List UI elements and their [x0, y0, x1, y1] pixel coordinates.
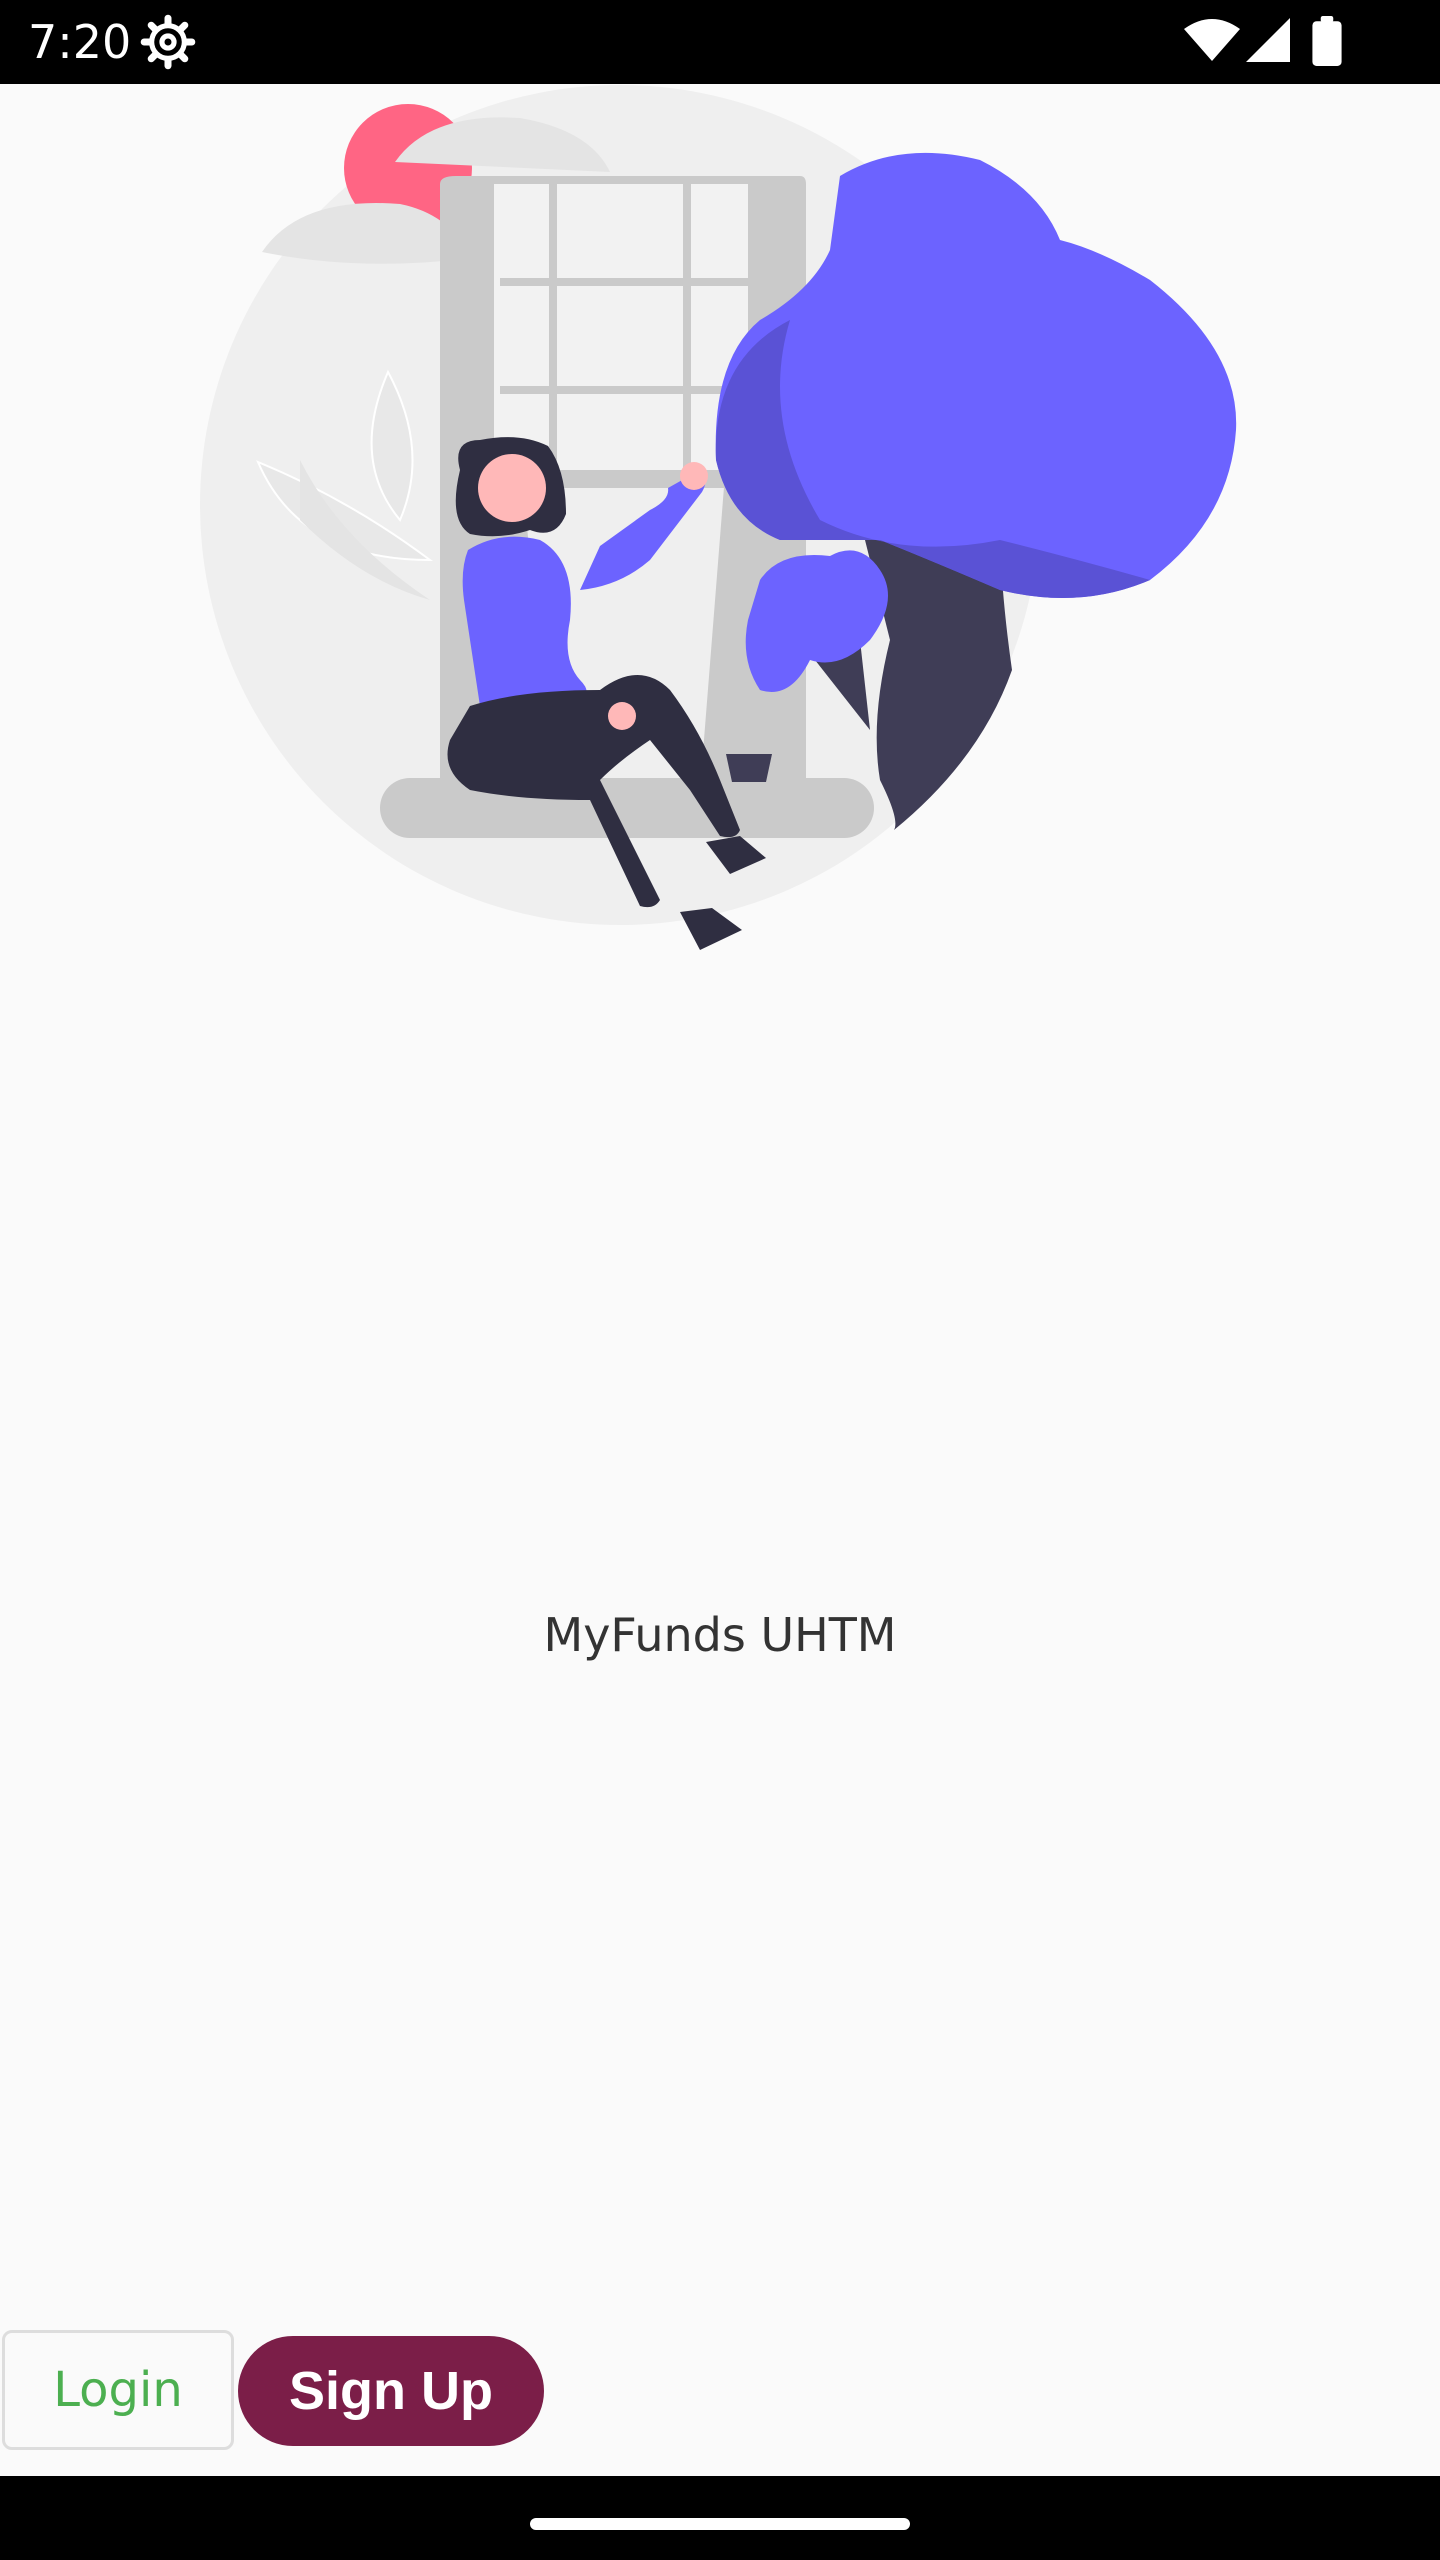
woman-face — [478, 454, 546, 522]
cell-signal-icon — [1246, 18, 1290, 62]
signup-button[interactable]: Sign Up — [238, 2336, 544, 2446]
woman-shoe — [680, 908, 742, 950]
woman-hand — [680, 462, 708, 490]
mug-icon — [726, 754, 772, 782]
home-gesture-handle[interactable] — [530, 2518, 910, 2530]
status-bar: 7:20 — [0, 0, 1440, 84]
battery-icon — [1312, 16, 1342, 66]
hero-illustration — [200, 85, 1237, 950]
window-sill — [380, 778, 874, 838]
window-glass — [494, 184, 748, 484]
wifi-icon — [1184, 19, 1240, 61]
settings-gear-icon — [140, 14, 196, 70]
status-time: 7:20 — [28, 15, 132, 69]
woman-knee-hand — [608, 702, 636, 730]
login-button[interactable]: Login — [2, 2330, 234, 2450]
app-name-label: MyFunds UHTM — [543, 1608, 897, 1662]
